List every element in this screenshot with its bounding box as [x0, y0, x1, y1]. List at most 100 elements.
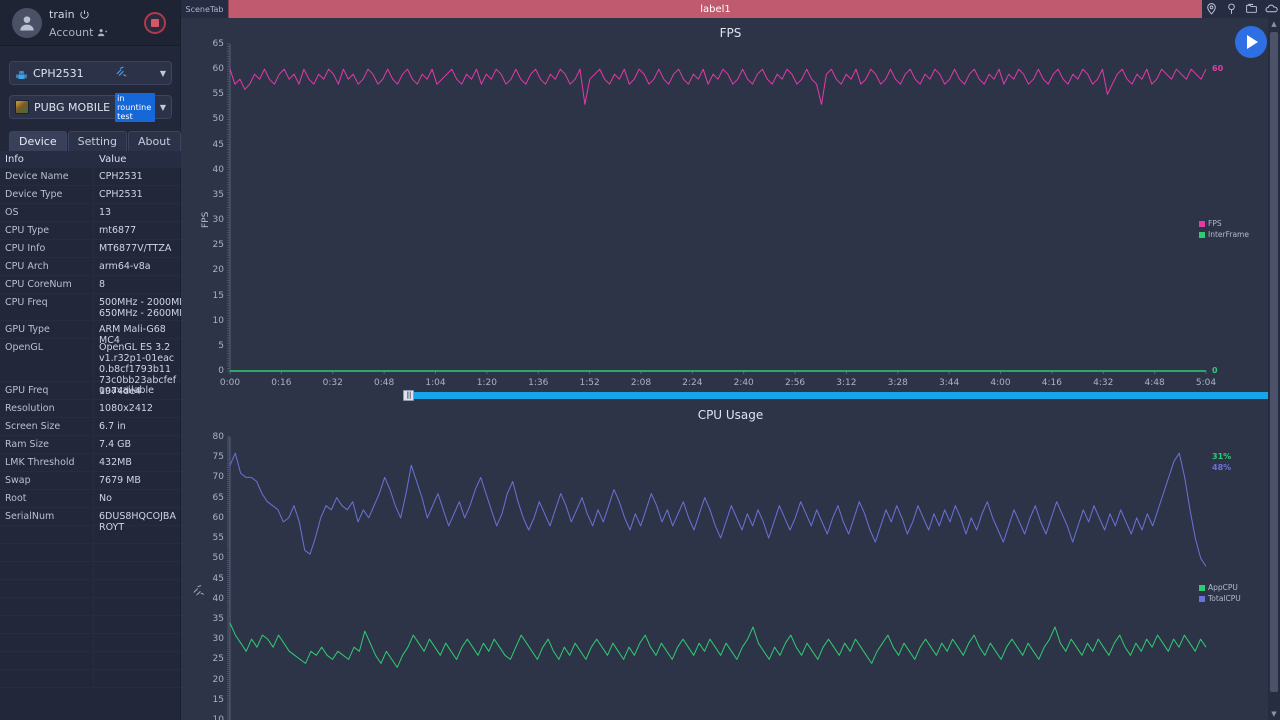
table-cell-key: CPU Freq	[5, 297, 48, 308]
table-cell-value: 6.7 in	[93, 418, 181, 435]
app-select[interactable]: PUBG MOBILE in rountine test ▼	[9, 92, 172, 122]
x-tick-label: 1:36	[528, 378, 549, 388]
marker-pin-icon[interactable]	[1225, 0, 1238, 19]
series-end-value: 31%	[1212, 452, 1232, 461]
table-row: Screen Size 6.7 in	[0, 418, 181, 436]
table-row: GPU Type ARM Mali-G68 MC4	[0, 321, 181, 346]
table-row: Root No	[0, 490, 181, 508]
user-add-icon[interactable]	[97, 27, 108, 38]
timeline-slider[interactable]: ||| |||	[403, 390, 1280, 401]
fps-plot-area[interactable]	[181, 38, 1280, 388]
cpu-legend: AppCPU TotalCPU	[1199, 582, 1241, 604]
scrollbar-up-arrow[interactable]: ▲	[1268, 18, 1280, 30]
fps-chart: FPS 0 5 10 15 20 25 30 35 40 45 50 55 60 65 0:00 0:16 0…	[181, 38, 1280, 388]
table-cell-value	[93, 580, 181, 597]
device-info-table-body: Device Name CPH2531 Device Type CPH2531 OS 13…	[0, 168, 191, 688]
series-end-value: 60	[1212, 64, 1224, 74]
legend-swatch	[1199, 595, 1205, 602]
table-cell-value: MT6877V/TTZA	[93, 240, 181, 257]
table-cell-value: 13	[93, 204, 181, 221]
table-cell-key: OpenGL	[5, 342, 44, 353]
scene-bar: SceneTab label1	[181, 0, 1280, 18]
table-cell-value: arm64-v8a	[93, 258, 181, 275]
x-tick-label: 1:52	[579, 378, 600, 388]
table-cell-value: unavailable	[93, 382, 181, 399]
tab-about[interactable]: About	[128, 131, 181, 152]
device-info-table: Info Value Device Name CPH2531 Device Type…	[0, 151, 191, 688]
scrollbar-down-arrow[interactable]: ▼	[1268, 708, 1280, 720]
play-button[interactable]	[1235, 26, 1267, 58]
table-cell-value: 432MB	[93, 454, 181, 471]
table-row-empty	[0, 634, 181, 652]
main-scrollbar[interactable]: ▲ ▼	[1268, 18, 1280, 720]
table-cell-key: GPU Type	[5, 324, 50, 335]
legend-swatch	[1199, 220, 1205, 227]
table-row: CPU Freq 500MHz - 2000MHz 650MHz - 2600MH…	[0, 294, 191, 321]
chevron-down-icon[interactable]: ▼	[160, 69, 166, 78]
table-cell-value: CPH2531	[93, 168, 181, 185]
tab-device[interactable]: Device	[9, 131, 67, 152]
table-cell-value: No	[93, 490, 181, 507]
table-cell-key	[0, 652, 93, 669]
account-label-row[interactable]: Account	[49, 26, 108, 39]
table-cell-value: 500MHz - 2000MHz 650MHz - 2600MHz	[93, 294, 191, 320]
legend-label: FPS	[1208, 219, 1222, 228]
scrollbar-thumb[interactable]	[1270, 32, 1278, 692]
table-cell-key	[0, 670, 93, 687]
table-row-empty	[0, 562, 181, 580]
cloud-icon[interactable]	[1265, 0, 1278, 19]
table-cell-value: 8	[93, 276, 181, 293]
table-row: OpenGL OpenGL ES 3.2 v1.r32p1-01eac0.b8cf…	[0, 339, 181, 397]
table-cell-key: Root	[5, 493, 27, 504]
table-row: Device Type CPH2531	[0, 186, 181, 204]
x-tick-label: 0:48	[373, 378, 395, 388]
table-row: SerialNum 6DUS8HQCOJBAROYT	[0, 508, 181, 533]
chevron-down-icon[interactable]: ▼	[160, 103, 166, 112]
table-cell-key: SerialNum	[5, 511, 55, 522]
table-cell-key	[0, 562, 93, 579]
x-tick-label: 2:40	[733, 378, 754, 388]
table-row-empty	[0, 598, 181, 616]
table-cell-key	[0, 580, 93, 597]
location-pin-icon[interactable]	[1205, 0, 1218, 19]
x-tick-label: 4:32	[1093, 378, 1114, 388]
table-cell-value	[93, 526, 181, 543]
left-panel-tabs: Device Setting About	[9, 131, 181, 152]
cpu-chart-title: CPU Usage	[697, 408, 764, 422]
cpu-plot-area[interactable]	[181, 424, 1280, 720]
scene-label-bar[interactable]: label1	[228, 0, 1202, 18]
table-cell-key: GPU Freq	[5, 385, 49, 396]
table-cell-key	[0, 634, 93, 651]
timeline-slider-track[interactable]	[413, 392, 1280, 399]
table-cell-value	[93, 562, 181, 579]
table-cell-key: Ram Size	[5, 439, 49, 450]
x-tick-label: 5:04	[1195, 378, 1217, 388]
table-cell-value	[93, 616, 181, 633]
scene-tab-label[interactable]: SceneTab	[181, 0, 228, 18]
table-row: Resolution 1080x2412	[0, 400, 181, 418]
table-row-empty	[0, 544, 181, 562]
table-row-empty	[0, 526, 181, 544]
table-cell-value	[93, 598, 181, 615]
folder-icon[interactable]	[1245, 0, 1258, 19]
table-row: Swap 7679 MB	[0, 472, 181, 490]
table-row: CPU Type mt6877	[0, 222, 181, 240]
x-tick-label: 2:56	[784, 378, 806, 388]
x-tick-label: 4:48	[1144, 378, 1165, 388]
device-select[interactable]: CPH2531 ▼	[9, 61, 172, 85]
table-cell-value: 7.4 GB	[93, 436, 181, 453]
record-stop-button[interactable]	[144, 12, 166, 34]
table-cell-value: CPH2531	[93, 186, 181, 203]
x-tick-label: 2:08	[630, 378, 652, 388]
x-tick-label: 4:16	[1041, 378, 1062, 388]
slider-left-handle[interactable]: |||	[403, 390, 414, 401]
cpu-chart: 10 15 20 25 30 35 40 45 50 55 60 65 70 75 80 AppCPU Tot…	[181, 424, 1280, 720]
android-icon	[15, 67, 28, 80]
table-cell-key: Swap	[5, 475, 31, 486]
table-row: Device Name CPH2531	[0, 168, 181, 186]
tab-setting[interactable]: Setting	[67, 131, 128, 152]
table-cell-key: Device Name	[5, 171, 69, 182]
device-select-value: CPH2531	[33, 66, 84, 80]
link-icon[interactable]	[115, 66, 128, 80]
power-icon[interactable]	[79, 9, 90, 20]
